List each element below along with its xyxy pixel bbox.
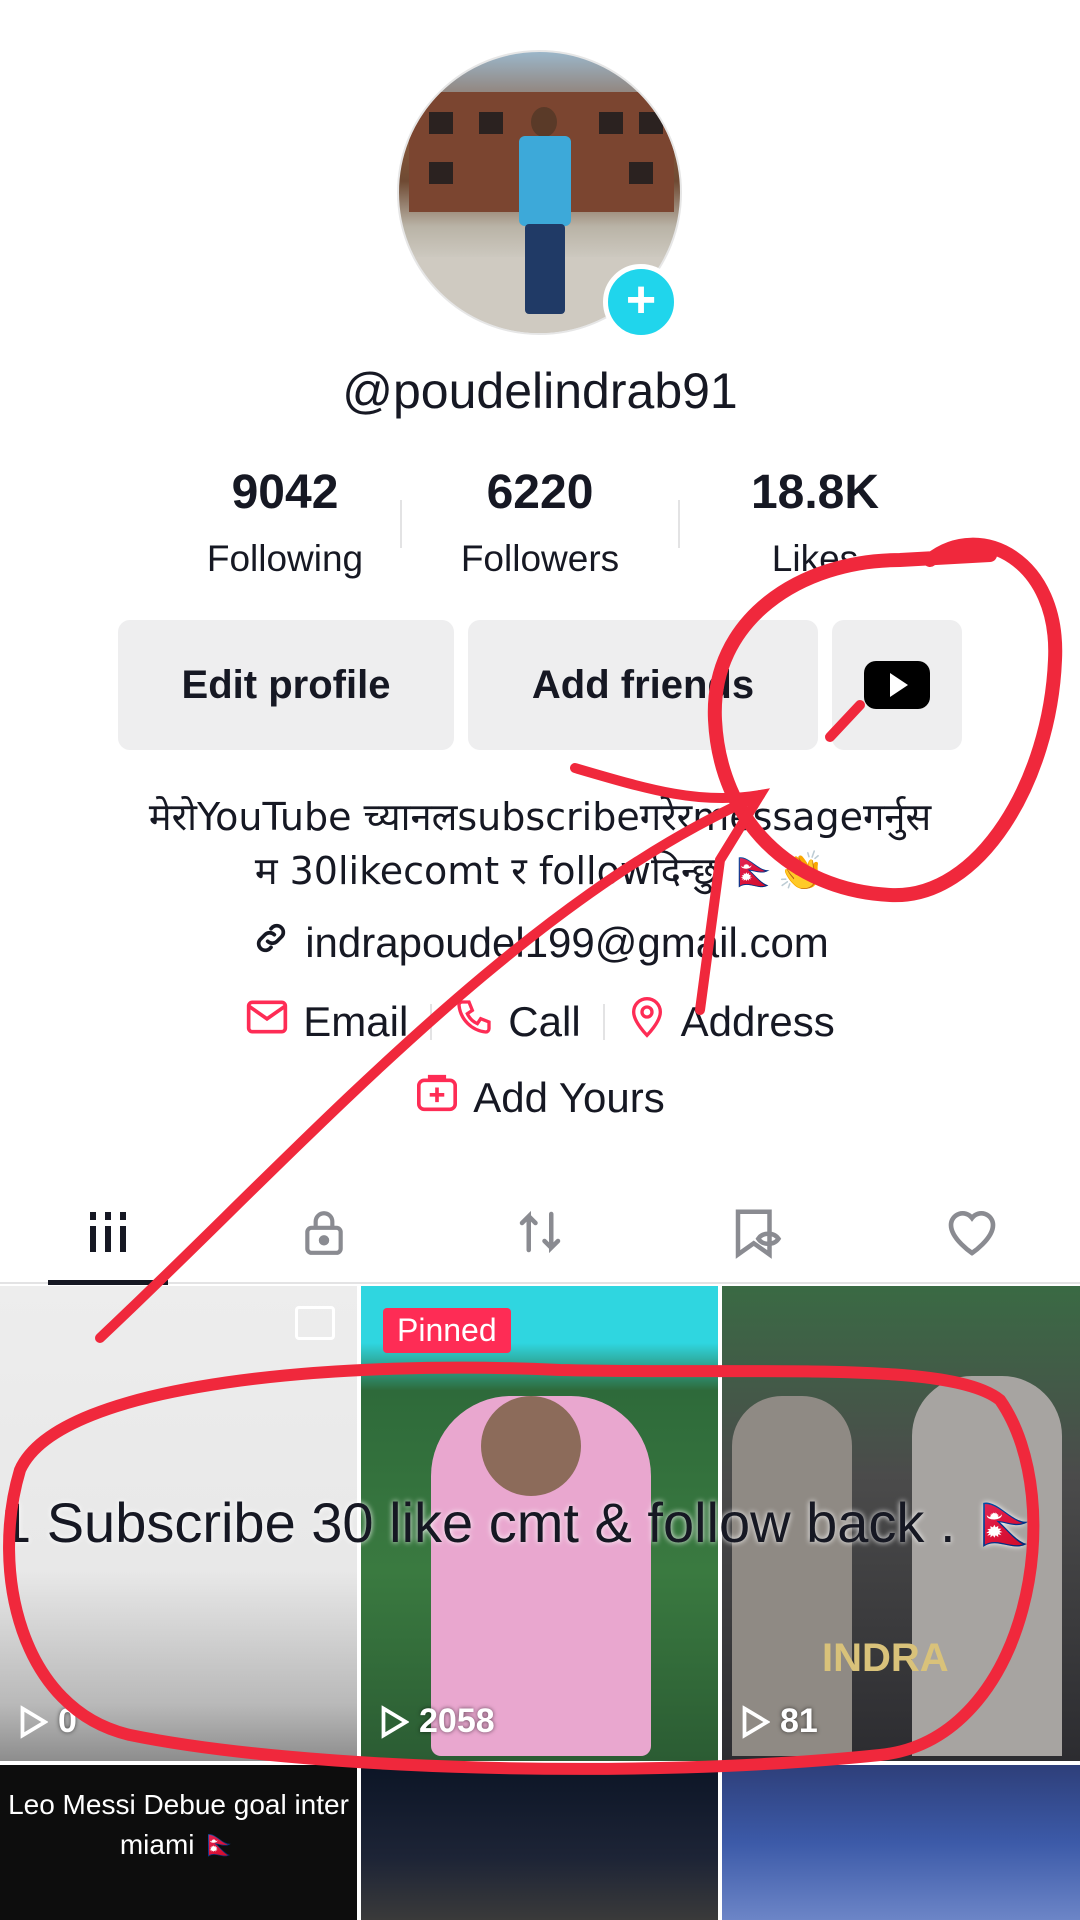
likes-label: Likes [771, 538, 859, 579]
link-icon [251, 918, 291, 968]
video-tile[interactable] [722, 1765, 1080, 1920]
tab-liked[interactable] [864, 1180, 1080, 1284]
play-icon [20, 1704, 48, 1739]
videos-grid-icon [90, 1212, 126, 1252]
stat-followers[interactable]: 6220 Followers [415, 465, 665, 580]
youtube-button[interactable] [832, 620, 962, 750]
tab-saved[interactable] [648, 1180, 864, 1284]
stat-divider [678, 500, 680, 548]
photo-icon [295, 1306, 335, 1340]
email-button[interactable]: Email [223, 998, 430, 1046]
add-avatar-button[interactable]: + [603, 264, 679, 340]
add-yours-label: Add Yours [473, 1074, 665, 1121]
repost-icon [519, 1210, 561, 1254]
add-friends-button[interactable]: Add friends [468, 620, 818, 750]
email-label: Email [303, 998, 409, 1045]
video-grid: 0 Pinned 2058 INDRA 81 Leo Messi Debue g… [0, 1286, 1080, 1920]
view-count: 2058 [379, 1702, 495, 1741]
call-label: Call [508, 998, 581, 1045]
video-caption: Leo Messi Debue goal inter miami 🇳🇵 [8, 1789, 349, 1860]
bio-line-2: म 30likecomt र followदिन्छु 🇳🇵👏 [254, 849, 826, 893]
profile-tabs [0, 1180, 1080, 1285]
link-text: indrapoudel199@gmail.com [305, 919, 829, 966]
bio-link[interactable]: indrapoudel199@gmail.com [0, 918, 1080, 968]
likes-count: 18.8K [750, 466, 880, 519]
contact-options: Email Call Address [0, 995, 1080, 1049]
edit-profile-button[interactable]: Edit profile [118, 620, 454, 750]
address-button[interactable]: Address [605, 995, 857, 1049]
followers-count: 6220 [486, 466, 594, 519]
address-label: Address [680, 998, 835, 1045]
avatar-person [531, 107, 557, 137]
profile-stats: 9042 Following 6220 Followers 18.8K Like… [160, 465, 920, 585]
youtube-icon [864, 661, 930, 709]
followers-label: Followers [460, 538, 620, 579]
stat-divider [400, 500, 402, 548]
following-count: 9042 [231, 466, 339, 519]
view-count: 0 [18, 1702, 77, 1741]
phone-icon [454, 997, 494, 1047]
email-icon [245, 998, 289, 1046]
video-tile[interactable] [361, 1765, 718, 1920]
pinned-badge: Pinned [383, 1308, 511, 1353]
stat-following[interactable]: 9042 Following [160, 465, 410, 580]
play-icon [381, 1704, 409, 1739]
heart-icon [948, 1211, 996, 1256]
username: @poudelindrab91 [342, 363, 738, 419]
overlay-caption: 1 Subscribe 30 like cmt & follow back . … [0, 1491, 1041, 1554]
view-count: 81 [740, 1702, 818, 1741]
call-button[interactable]: Call [432, 997, 602, 1047]
play-icon [742, 1704, 770, 1739]
tab-private[interactable] [216, 1180, 432, 1284]
following-label: Following [206, 538, 364, 579]
active-tab-indicator [48, 1280, 168, 1285]
lock-icon [305, 1211, 343, 1255]
tab-videos[interactable] [0, 1180, 216, 1284]
bio-line-1: मेरोYouTube च्यानलsubscribeगरेरmessageगर… [148, 795, 932, 839]
stat-likes[interactable]: 18.8K Likes [690, 465, 940, 580]
tab-reposts[interactable] [432, 1180, 648, 1284]
location-pin-icon [627, 995, 667, 1049]
video-tile[interactable]: Leo Messi Debue goal inter miami 🇳🇵 [0, 1765, 357, 1920]
add-yours-icon [415, 1073, 459, 1123]
profile-bio: मेरोYouTube च्यानलsubscribeगरेरmessageगर… [60, 790, 1020, 898]
saved-hidden-icon [735, 1209, 782, 1259]
add-yours-button[interactable]: Add Yours [0, 1073, 1080, 1123]
